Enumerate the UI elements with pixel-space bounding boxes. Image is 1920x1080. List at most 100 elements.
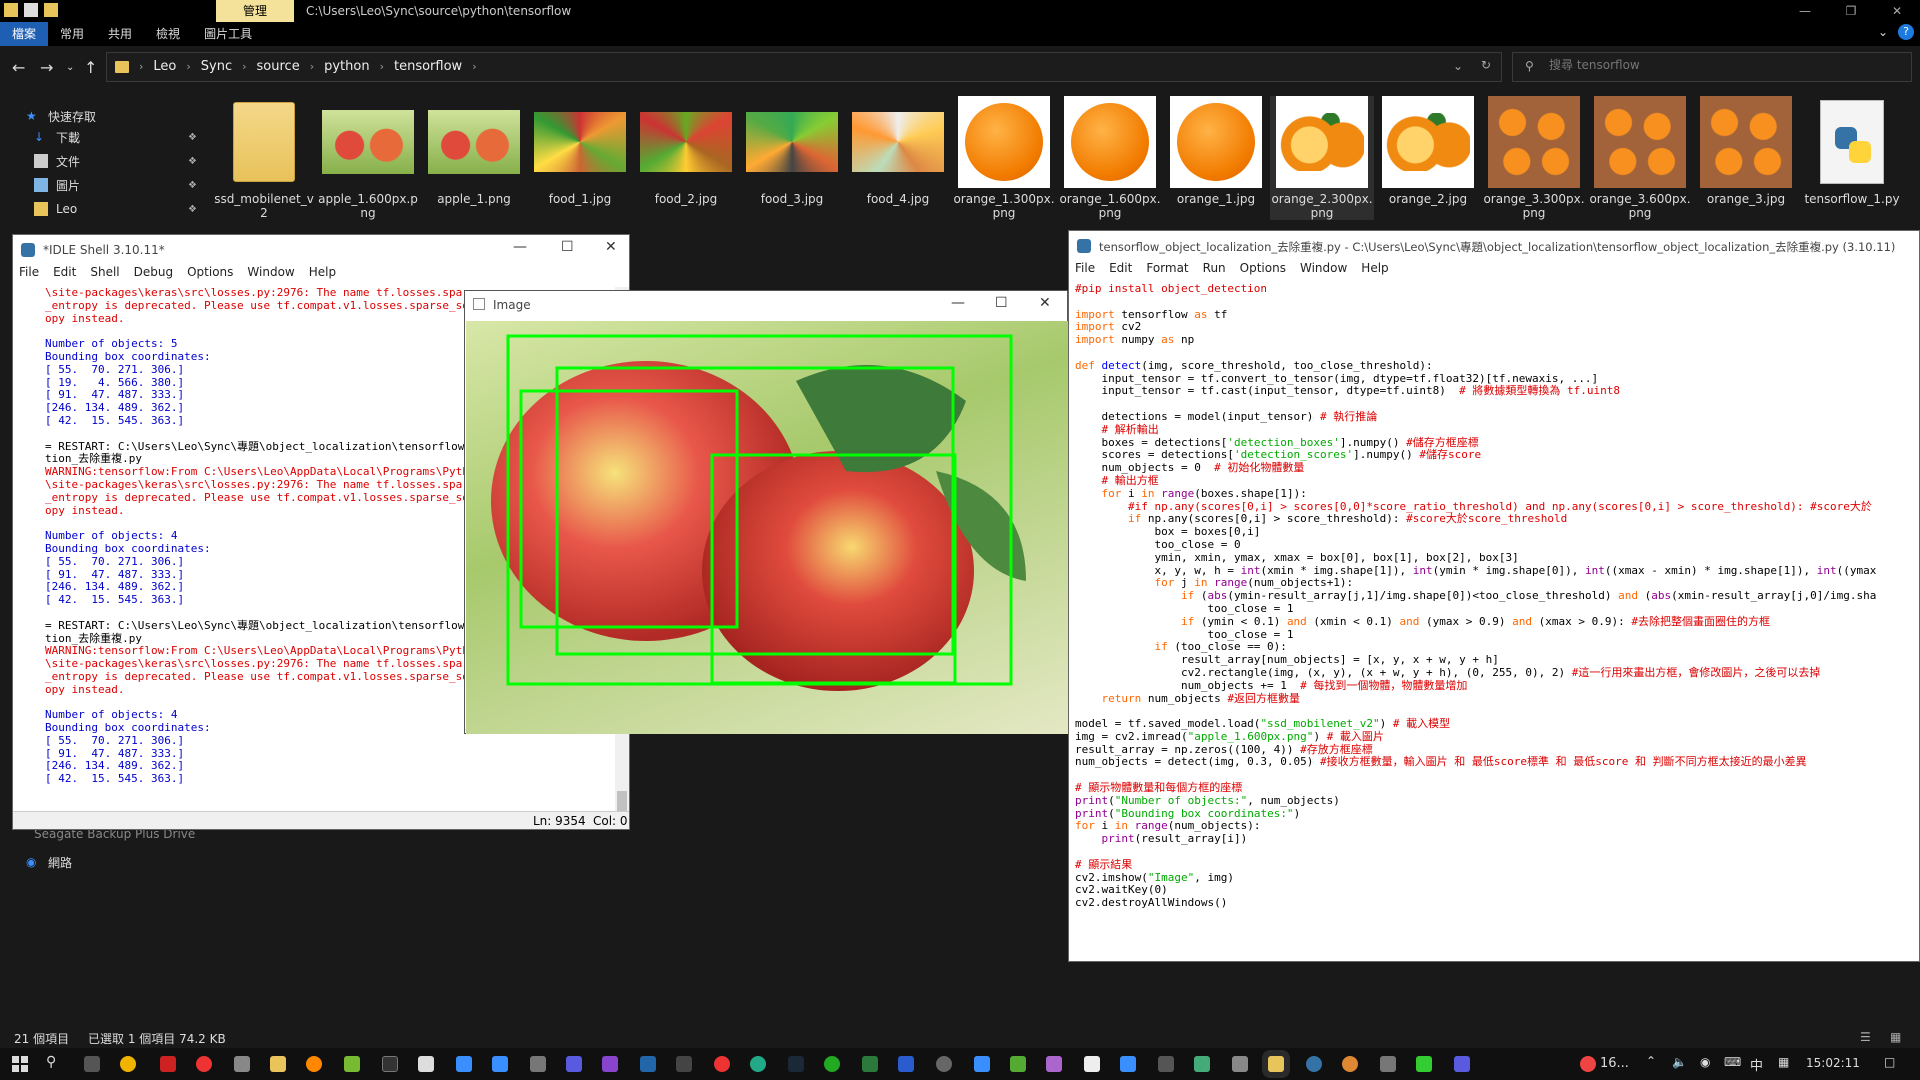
ime-indicator[interactable]: 中 <box>1750 1055 1763 1074</box>
weather-icon[interactable] <box>1580 1056 1596 1072</box>
minimize-icon[interactable]: — <box>1782 0 1828 22</box>
calendar-icon[interactable]: ▦ <box>1778 1055 1789 1069</box>
shell-output[interactable]: \site-packages\keras\src\losses.py:2976:… <box>45 287 465 807</box>
volume-icon[interactable]: 🔈 <box>1672 1055 1687 1069</box>
app-icon[interactable] <box>1306 1056 1322 1072</box>
details-view-icon[interactable]: ☰ <box>1860 1030 1871 1044</box>
up-arrow-icon[interactable]: ↑ <box>84 58 97 77</box>
nav-pictures[interactable]: 圖片 ❖ <box>34 175 197 195</box>
chrome-icon[interactable] <box>714 1056 730 1072</box>
file-item[interactable]: orange_1.600px.png <box>1058 96 1162 220</box>
app-icon[interactable] <box>492 1056 508 1072</box>
menu-debug[interactable]: Debug <box>134 265 173 285</box>
search-icon[interactable]: ⚲ <box>46 1054 56 1070</box>
menu-format[interactable]: Format <box>1146 261 1188 281</box>
app-icon[interactable] <box>1084 1056 1100 1072</box>
breadcrumb-item[interactable]: tensorflow <box>394 59 462 74</box>
breadcrumb-item[interactable]: python <box>324 59 369 74</box>
keyboard-icon[interactable]: ⌨ <box>1724 1055 1741 1069</box>
app-icon[interactable] <box>120 1056 136 1072</box>
file-item[interactable]: food_4.jpg <box>846 96 950 206</box>
search-input[interactable] <box>1549 58 1889 72</box>
code-editor[interactable]: #pip install object_detection import ten… <box>1075 283 1920 963</box>
recent-locations-icon[interactable]: ⌄ <box>66 62 74 73</box>
menu-options[interactable]: Options <box>1240 261 1286 281</box>
app-icon[interactable] <box>1416 1056 1432 1072</box>
close-icon[interactable]: ✕ <box>1039 295 1051 311</box>
menu-file[interactable]: File <box>1075 261 1095 281</box>
file-item[interactable]: orange_3.jpg <box>1694 96 1798 206</box>
back-arrow-icon[interactable]: ← <box>12 58 25 77</box>
app-icon[interactable] <box>306 1056 322 1072</box>
nav-network[interactable]: ◉ 網路 <box>26 852 72 872</box>
app-icon[interactable] <box>530 1056 546 1072</box>
pin-icon[interactable]: ❖ <box>188 156 197 167</box>
notification-icon[interactable]: □ <box>1884 1055 1895 1069</box>
detection-image[interactable] <box>466 321 1068 734</box>
close-icon[interactable]: ✕ <box>1874 0 1920 22</box>
maximize-icon[interactable]: ☐ <box>561 239 574 255</box>
app-icon[interactable] <box>898 1056 914 1072</box>
excel-icon[interactable] <box>862 1056 878 1072</box>
app-icon[interactable] <box>234 1056 250 1072</box>
network-icon[interactable]: ◉ <box>1700 1055 1710 1069</box>
maximize-icon[interactable]: ☐ <box>995 295 1008 311</box>
app-icon[interactable] <box>1010 1056 1026 1072</box>
tab-view[interactable]: 檢視 <box>144 22 192 46</box>
properties-icon[interactable] <box>24 3 38 17</box>
app-icon[interactable] <box>418 1056 434 1072</box>
app-icon[interactable] <box>1232 1056 1248 1072</box>
nav-downloads[interactable]: ↓ 下載 ❖ <box>34 127 197 147</box>
refresh-icon[interactable]: ↻ <box>1481 58 1491 72</box>
manage-context-tab[interactable]: 管理 <box>216 0 294 22</box>
pin-icon[interactable]: ❖ <box>188 132 197 143</box>
tab-home[interactable]: 常用 <box>48 22 96 46</box>
file-item[interactable]: orange_2.jpg <box>1376 96 1480 206</box>
file-item[interactable]: food_1.jpg <box>528 96 632 206</box>
file-item[interactable]: food_2.jpg <box>634 96 738 206</box>
app-icon[interactable] <box>1454 1056 1470 1072</box>
edge-icon[interactable] <box>750 1056 766 1072</box>
clock[interactable]: 15:02:11 <box>1806 1056 1860 1070</box>
breadcrumb-item[interactable]: Sync <box>201 59 232 74</box>
nav-quick-access[interactable]: ★ 快速存取 <box>26 106 96 126</box>
app-icon[interactable] <box>1158 1056 1174 1072</box>
menu-options[interactable]: Options <box>187 265 233 285</box>
app-icon[interactable] <box>344 1056 360 1072</box>
weather-text[interactable]: 16... <box>1600 1056 1629 1071</box>
app-icon[interactable] <box>382 1056 398 1072</box>
app-icon[interactable] <box>1342 1056 1358 1072</box>
menu-edit[interactable]: Edit <box>1109 261 1132 281</box>
menu-shell[interactable]: Shell <box>90 265 119 285</box>
pin-icon[interactable]: ❖ <box>188 204 197 215</box>
chevron-up-icon[interactable]: ⌃ <box>1646 1054 1656 1068</box>
menu-window[interactable]: Window <box>1300 261 1347 281</box>
menu-help[interactable]: Help <box>1361 261 1388 281</box>
app-icon[interactable] <box>974 1056 990 1072</box>
app-icon[interactable] <box>84 1056 100 1072</box>
ribbon-expand-icon[interactable]: ⌄ <box>1878 25 1888 39</box>
file-item[interactable]: orange_1.300px.png <box>952 96 1056 220</box>
file-item[interactable]: orange_3.300px.png <box>1482 96 1586 220</box>
file-item[interactable]: ssd_mobilenet_v2 <box>212 96 316 220</box>
breadcrumb-item[interactable]: Leo <box>153 59 176 74</box>
app-icon[interactable] <box>676 1056 692 1072</box>
app-icon[interactable] <box>160 1056 176 1072</box>
start-button[interactable] <box>12 1056 28 1072</box>
menu-help[interactable]: Help <box>309 265 336 285</box>
forward-arrow-icon[interactable]: → <box>40 58 53 77</box>
breadcrumb-item[interactable]: source <box>257 59 300 74</box>
tiles-view-icon[interactable]: ▦ <box>1890 1030 1901 1044</box>
app-icon[interactable] <box>1194 1056 1210 1072</box>
menu-window[interactable]: Window <box>247 265 294 285</box>
minimize-icon[interactable]: — <box>513 239 527 255</box>
menu-run[interactable]: Run <box>1203 261 1226 281</box>
app-icon[interactable] <box>602 1056 618 1072</box>
tab-share[interactable]: 共用 <box>96 22 144 46</box>
pin-icon[interactable]: ❖ <box>188 180 197 191</box>
app-icon[interactable] <box>566 1056 582 1072</box>
menu-edit[interactable]: Edit <box>53 265 76 285</box>
app-icon[interactable] <box>824 1056 840 1072</box>
help-icon[interactable]: ? <box>1898 24 1914 40</box>
file-item[interactable]: apple_1.600px.png <box>316 96 420 220</box>
